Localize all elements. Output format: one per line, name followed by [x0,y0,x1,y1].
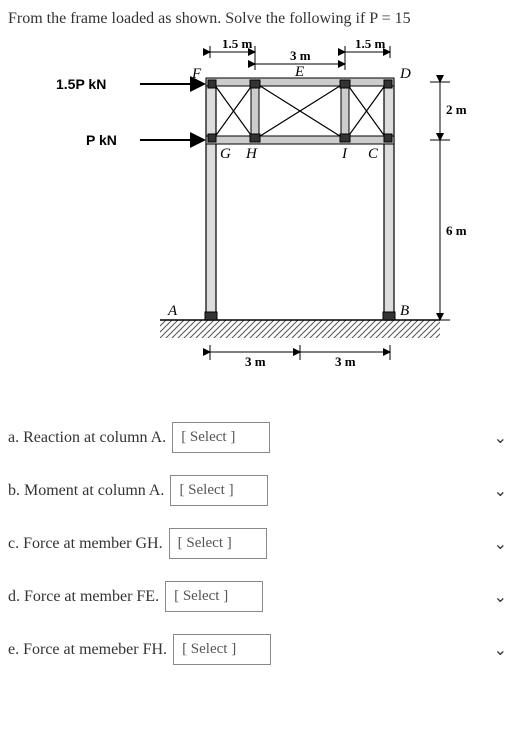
chevron-down-icon[interactable]: ⌄ [494,428,511,448]
question-a: a. Reaction at column A. [ Select ] ⌄ [8,422,511,453]
question-b-select[interactable]: [ Select ] [170,475,268,506]
question-c: c. Force at member GH. [ Select ] ⌄ [8,528,511,559]
pt-D: D [399,66,411,82]
dim-top-right: 1.5 m [355,40,386,51]
question-a-select[interactable]: [ Select ] [172,422,270,453]
question-c-select[interactable]: [ Select ] [169,528,267,559]
load-upper: 1.5P kN [56,76,106,92]
pt-I: I [341,146,348,162]
question-b-label: b. Moment at column A. [8,482,164,500]
chevron-down-icon[interactable]: ⌄ [494,534,511,554]
question-b: b. Moment at column A. [ Select ] ⌄ [8,475,511,506]
pt-G: G [220,146,231,162]
pt-B: B [400,303,409,319]
dim-top-mid: 3 m [290,48,311,63]
chevron-down-icon[interactable]: ⌄ [494,481,511,501]
load-lower: P kN [86,132,117,148]
dim-right-lower: 6 m [446,223,467,238]
question-d: d. Force at member FE. [ Select ] ⌄ [8,581,511,612]
chevron-down-icon[interactable]: ⌄ [494,640,511,660]
pt-F: F [191,66,202,82]
question-e-label: e. Force at memeber FH. [8,641,167,659]
label-E: E [294,64,304,80]
question-d-select[interactable]: [ Select ] [165,581,263,612]
chevron-down-icon[interactable]: ⌄ [494,587,511,607]
dim-top-left: 1.5 m [222,40,253,51]
question-c-label: c. Force at member GH. [8,535,163,553]
frame-diagram: 1.5 m 3 m E 1.5 m 2 m 6 m 3 m 3 m 1.5P k… [50,40,470,400]
pt-H: H [245,146,258,162]
dim-right-upper: 2 m [446,102,467,117]
question-e: e. Force at memeber FH. [ Select ] ⌄ [8,634,511,665]
pt-A: A [167,303,178,319]
question-e-select[interactable]: [ Select ] [173,634,271,665]
dim-bot-right: 3 m [335,354,356,369]
problem-statement: From the frame loaded as shown. Solve th… [8,8,511,30]
question-a-label: a. Reaction at column A. [8,429,166,447]
pt-C: C [368,146,379,162]
question-d-label: d. Force at member FE. [8,588,159,606]
dim-bot-left: 3 m [245,354,266,369]
